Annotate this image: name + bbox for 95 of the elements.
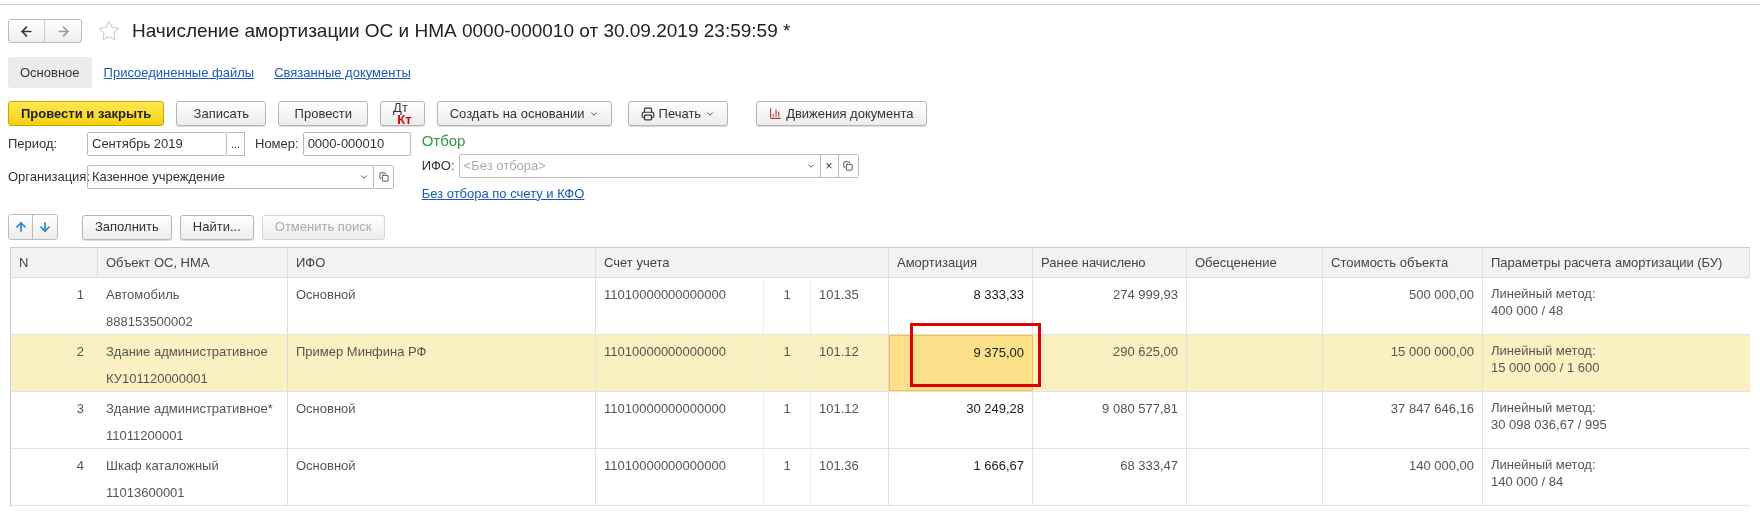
table-cell: 37 847 646,16 xyxy=(1323,392,1483,448)
column-header[interactable]: ИФО xyxy=(288,248,596,277)
table-cell-text: 400 000 / 48 xyxy=(1491,302,1565,319)
table-cell: 11010000000000000 xyxy=(596,449,764,505)
table-cell-text: 888153500002 xyxy=(105,313,194,331)
number-label: Номер: xyxy=(255,135,299,154)
table-cell-text: Шкаф каталожный xyxy=(105,457,220,475)
column-header[interactable]: N xyxy=(11,248,98,277)
table-cell-text: Здание административное xyxy=(105,343,269,361)
table-cell-text: 3 xyxy=(75,400,85,418)
table-cell: 11010000000000000 xyxy=(596,392,764,448)
move-down-button[interactable] xyxy=(33,215,57,239)
open-icon xyxy=(378,172,389,182)
table-toolbar-button[interactable]: Заполнить xyxy=(82,214,172,240)
table-cell-text: 30 098 036,67 / 995 xyxy=(1491,416,1608,433)
table-cell: 9 080 577,81 xyxy=(1033,392,1187,448)
table-cell: 274 999,93 xyxy=(1033,278,1187,334)
table-cell: 1 666,67 xyxy=(889,449,1033,505)
table-cell: 1 xyxy=(764,449,811,505)
period-field[interactable]: Сентябрь 2019 xyxy=(87,132,227,156)
column-header[interactable]: Стоимость объекта xyxy=(1323,248,1483,277)
form-tab[interactable]: Присоединенные файлы xyxy=(95,57,263,88)
table-cell-text: 1 xyxy=(75,286,85,304)
table-cell: 8 333,33 xyxy=(889,278,1033,334)
table-cell-text: Здание административное* xyxy=(105,400,274,418)
dt-kt-button[interactable]: Дт Кт xyxy=(380,101,425,126)
table-row[interactable]: 4 Шкаф каталожный 11013600001 Основной 11010000000000000 1 101.36 1 666,67 68 333,47 140 000,00 Линейный метод: 140 000 / 84 xyxy=(11,449,1750,506)
dropdown-icon[interactable] xyxy=(359,172,369,182)
table-cell: 11010000000000000 xyxy=(596,335,764,391)
column-header[interactable]: Ранее начислено xyxy=(1033,248,1187,277)
filter-title: Отбор xyxy=(421,131,467,151)
table-cell: 1 xyxy=(764,392,811,448)
column-header[interactable]: Параметры расчета амортизации (БУ) xyxy=(1483,248,1750,277)
column-header[interactable]: Объект ОС, НМА xyxy=(98,248,288,277)
toolbar-button[interactable]: Записать xyxy=(176,101,267,126)
table-cell: Основной xyxy=(288,449,596,505)
open-button[interactable] xyxy=(838,153,859,178)
arrow-up-icon xyxy=(13,220,28,234)
toolbar-button[interactable]: Провести xyxy=(278,101,369,126)
table-cell: 101.12 xyxy=(811,392,889,448)
table-cell: 1 xyxy=(764,335,811,391)
table-cell: 1 xyxy=(764,278,811,334)
table-row[interactable]: 1 Автомобиль 888153500002 Основной 11010000000000000 1 101.35 8 333,33 274 999,93 500 000,00 Линейный метод: 400 000 / 48 xyxy=(11,278,1750,335)
table-cell: Основной xyxy=(288,278,596,334)
movements-button[interactable]: Движения документа xyxy=(756,101,927,126)
printer-icon xyxy=(640,106,655,121)
open-icon xyxy=(843,160,854,171)
form-tab[interactable]: Связанные документы xyxy=(266,57,419,88)
open-button[interactable] xyxy=(374,165,394,189)
arrow-down-icon xyxy=(38,220,52,234)
post-and-close-button[interactable]: Провести и закрыть xyxy=(8,101,165,126)
table-cell-text: Линейный метод: xyxy=(1491,342,1597,359)
table-cell: 500 000,00 xyxy=(1323,278,1483,334)
table-cell: 30 249,28 xyxy=(889,392,1033,448)
clear-button[interactable]: × xyxy=(820,153,839,178)
table-toolbar-button[interactable]: Найти... xyxy=(179,214,254,240)
table-cell-text: Линейный метод: xyxy=(1491,399,1597,416)
print-button[interactable]: Печать xyxy=(627,101,729,126)
table-cell: 290 625,00 xyxy=(1033,335,1187,391)
table-cell: Основной xyxy=(288,392,596,448)
organization-field[interactable]: Казенное учреждение xyxy=(87,165,374,189)
column-header[interactable]: Обесценение xyxy=(1187,248,1323,277)
table-cell-text: 4 xyxy=(75,457,85,475)
table-cell: 68 333,47 xyxy=(1033,449,1187,505)
table-cell-text: Автомобиль xyxy=(105,286,181,304)
table-row[interactable]: 3 Здание административное* 11011200001 Основной 11010000000000000 1 101.12 30 249,28 9 080 577,81 37 847 646,16 Линейный метод: 30 098 036,67 / 995 xyxy=(11,392,1750,449)
column-header[interactable]: Счет учета xyxy=(596,248,889,277)
table-cell: 9 375,00 xyxy=(889,335,1033,391)
table-row[interactable]: 2 Здание административное КУ101120000001 Пример Минфина РФ 11010000000000000 1 101.12 9 375,00 290 625,00 15 000 000,00 Линейный метод: 15 000 000 / 1 600 xyxy=(11,335,1750,392)
create-based-on-button[interactable]: Создать на основании xyxy=(436,101,612,126)
table-cell-text: Линейный метод: xyxy=(1491,285,1597,302)
star-icon[interactable] xyxy=(98,20,120,42)
table-cell-text: Линейный метод: xyxy=(1491,456,1597,473)
table-cell-text: 11013600001 xyxy=(105,484,186,502)
table-cell: 11010000000000000 xyxy=(596,278,764,334)
table-cell: 140 000,00 xyxy=(1323,449,1483,505)
period-select-button[interactable]: ... xyxy=(227,132,245,156)
period-label: Период: xyxy=(8,135,59,154)
table-cell-text: КУ101120000001 xyxy=(105,370,209,388)
table-cell: 101.36 xyxy=(811,449,889,505)
number-field[interactable]: 0000-000010 xyxy=(302,132,411,156)
chart-icon xyxy=(769,107,783,120)
table-cell: Пример Минфина РФ xyxy=(288,335,596,391)
ifo-label: ИФО: xyxy=(421,156,455,175)
move-up-button[interactable] xyxy=(9,215,33,239)
filter-link[interactable]: Без отбора по счету и КФО xyxy=(421,183,859,203)
table-cell-text: 11011200001 xyxy=(105,427,185,445)
table-cell-text: 2 xyxy=(75,343,85,361)
form-tab[interactable]: Основное xyxy=(8,57,92,88)
document-title: Начисление амортизации ОС и НМА 0000-000010 от 30.09.2019 23:59:59 * xyxy=(132,18,791,43)
table-cell: 15 000 000,00 xyxy=(1323,335,1483,391)
table-cell-text: 15 000 000 / 1 600 xyxy=(1491,359,1601,376)
column-header[interactable]: Амортизация xyxy=(889,248,1033,277)
table-cell-text: 140 000 / 84 xyxy=(1491,473,1565,490)
table-cell: 101.35 xyxy=(811,278,889,334)
